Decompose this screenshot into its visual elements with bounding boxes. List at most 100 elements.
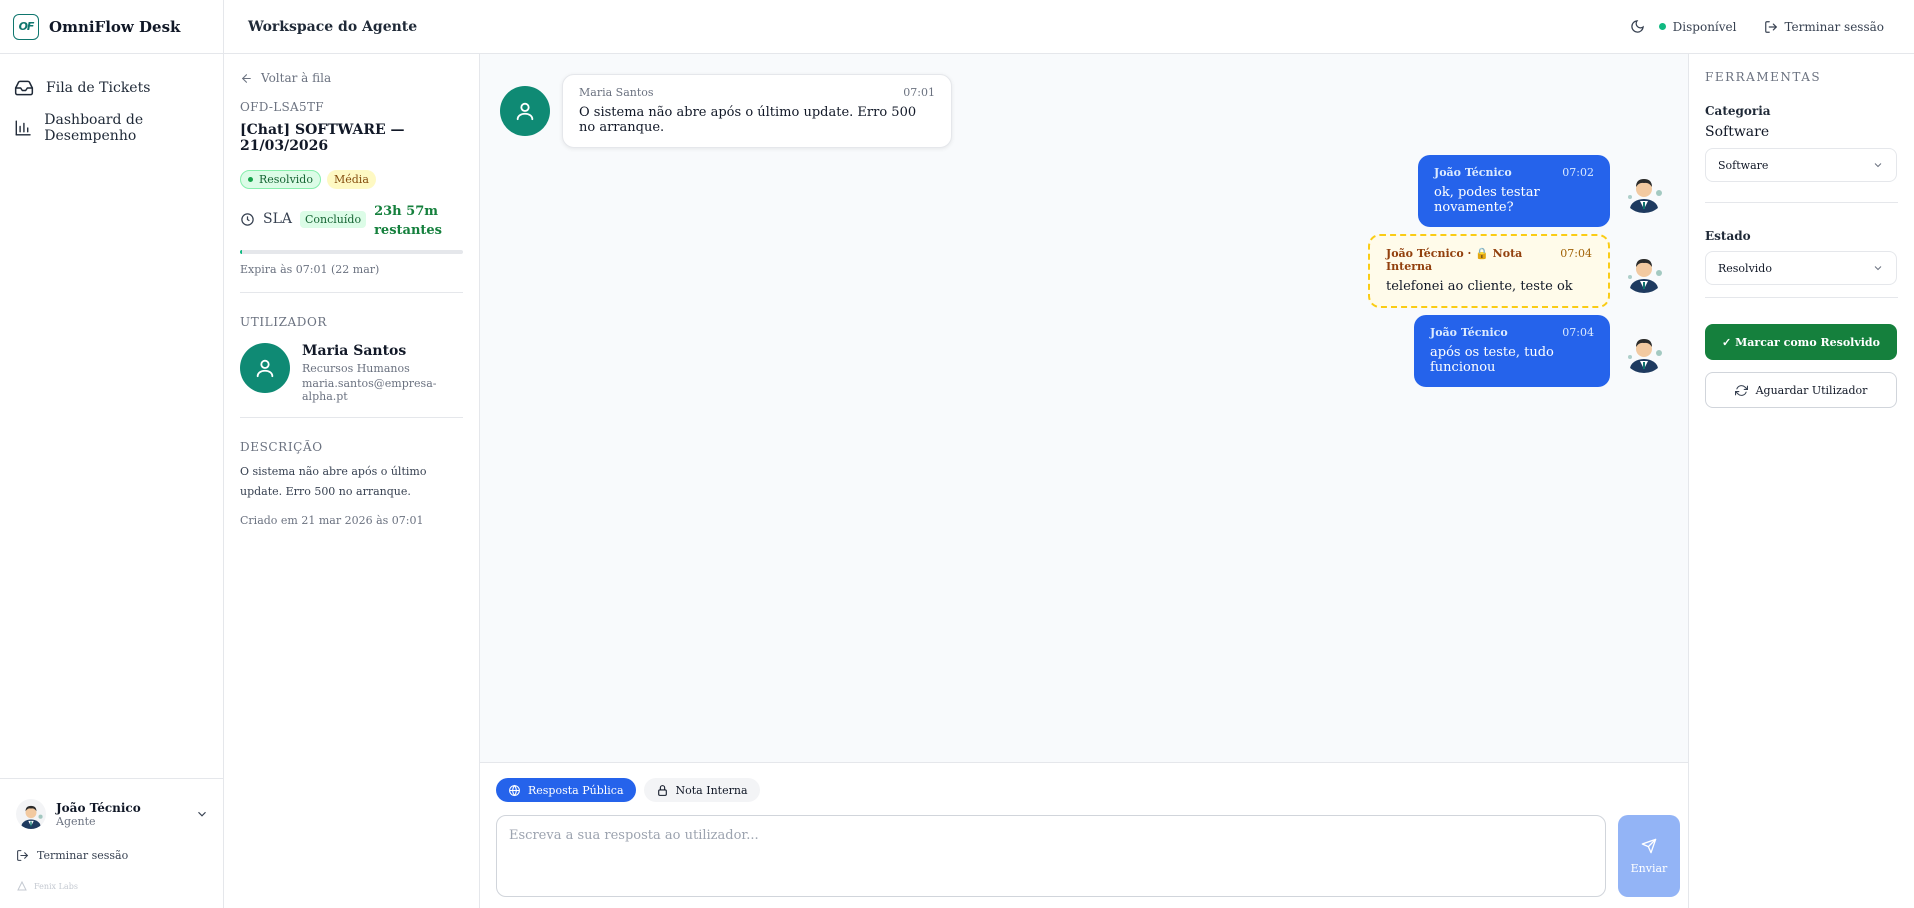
send-label: Enviar [1630,861,1668,875]
logout-label: Terminar sessão [37,849,129,862]
tab-public-reply[interactable]: Resposta Pública [496,778,636,802]
status-badge: Resolvido [240,170,321,189]
message-text: ok, podes testar novamente? [1434,185,1540,215]
message-agent: João Técnico 07:04 após os teste, tudo fu… [1414,315,1666,387]
user-icon [256,359,274,378]
chevron-down-icon [1874,266,1882,271]
powered-by: Fenix Labs [0,862,223,892]
user-icon [516,102,534,121]
tab-internal-note[interactable]: Nota Interna [643,778,760,802]
top-bar: Workspace do Agente Disponível Terminar … [224,0,1914,54]
tools-panel: Ferramentas Categoria Software Software … [1688,54,1914,908]
message-time: 07:01 [903,86,935,99]
message-bubble: João Técnico · 🔒 Nota Interna 07:04 telef… [1368,234,1610,308]
sla-progress-bar [240,250,463,254]
refresh-icon [1734,384,1748,396]
customer-avatar [500,86,550,136]
user-role: Agente [56,814,96,828]
app-logo: OF [13,13,39,40]
bar-chart-icon [15,120,31,136]
sidebar: OF OmniFlow Desk Fila de Tickets Dashboa… [0,0,224,908]
customer-department: Recursos Humanos [302,362,410,375]
logout-icon [1765,20,1778,33]
sla-remaining: 23h 57m restantes [374,204,442,238]
app-name: OmniFlow Desk [49,17,181,36]
message-author: João Técnico [1434,166,1512,179]
status-dot [1658,23,1666,30]
category-value: Software [1705,124,1770,140]
fenix-logo-icon [17,880,27,891]
await-user-label: Aguardar Utilizador [1755,383,1868,397]
state-label: Estado [1705,229,1751,243]
nav-item-label: Fila de Tickets [46,80,151,96]
chevron-down-icon[interactable] [195,807,209,821]
availability-status[interactable]: Disponível [1658,19,1737,34]
moon-icon[interactable] [1630,19,1645,34]
customer-avatar [240,343,290,393]
tab-label: Resposta Pública [528,783,624,797]
conversation: Maria Santos 07:01 O sistema não abre apó… [480,54,1688,762]
customer-email: maria.santos@empresa-alpha.pt [302,377,437,403]
arrow-left-icon [241,73,251,83]
nav-item-ticket-queue[interactable]: Fila de Tickets [0,68,223,108]
state-select[interactable]: Resolvido [1705,251,1897,285]
sla-row: SLA Concluído 23h 57m restantes [240,203,463,240]
message-author: Maria Santos [579,86,654,99]
agent-avatar [1622,329,1666,373]
message-time: 07:04 [1560,247,1592,260]
sla-expiry: Expira às 07:01 (22 mar) [240,263,380,276]
user-menu[interactable]: João Técnico Agente [0,779,223,829]
message-author: João Técnico · 🔒 Nota Interna [1386,247,1523,273]
reply-composer: Resposta Pública Nota Interna Enviar [480,762,1688,908]
priority-badge: Média [326,170,376,189]
sla-progress-fill [240,250,243,254]
message-text: após os teste, tudo funcionou [1430,345,1554,375]
status-label: Disponível [1672,19,1737,34]
ticket-details-panel: Voltar à fila OFD-LSA5TF [Chat] SOFTWARE… [224,54,480,908]
state-select-value: Resolvido [1718,261,1772,275]
ticket-description: O sistema não abre após o último update.… [240,465,427,498]
chevron-down-icon [1874,163,1882,168]
await-user-button[interactable]: Aguardar Utilizador [1705,372,1897,408]
category-select-value: Software [1718,158,1769,172]
description-section-label: Descrição [240,440,323,454]
nav-list: Fila de Tickets Dashboard de Desempenho [0,54,223,148]
ticket-id: OFD-LSA5TF [240,100,324,114]
tools-title: Ferramentas [1705,70,1822,84]
globe-icon [509,784,520,796]
reply-input[interactable] [496,815,1606,897]
customer-name: Maria Santos [302,343,407,359]
tab-label: Nota Interna [675,783,748,797]
agent-avatar [1622,249,1666,293]
top-logout-button[interactable]: Terminar sessão [1764,20,1884,34]
clock-icon [241,212,254,226]
sidebar-footer: João Técnico Agente Terminar sessão Feni… [0,778,223,908]
mark-resolved-button[interactable]: ✓ Marcar como Resolvido [1705,324,1897,360]
agent-avatar [16,799,46,829]
ticket-created: Criado em 21 mar 2026 às 07:01 [240,514,424,527]
agent-avatar [1622,169,1666,213]
category-select[interactable]: Software [1705,148,1897,182]
user-section-label: Utilizador [240,315,328,329]
message-bubble: João Técnico 07:04 após os teste, tudo fu… [1414,315,1610,387]
nav-item-dashboard[interactable]: Dashboard de Desempenho [0,108,223,148]
page-title: Workspace do Agente [248,18,418,35]
brand: OF OmniFlow Desk [0,0,223,54]
lock-icon [657,784,667,796]
back-label: Voltar à fila [261,71,332,85]
message-bubble: Maria Santos 07:01 O sistema não abre apó… [562,74,952,148]
sidebar-logout-button[interactable]: Terminar sessão [0,829,223,862]
message-author: João Técnico [1430,326,1508,339]
top-logout-label: Terminar sessão [1784,19,1884,34]
customer-card: Maria Santos Recursos Humanos maria.sant… [240,343,463,403]
message-time: 07:04 [1562,326,1594,339]
send-button[interactable]: Enviar [1618,815,1680,897]
message-bubble: João Técnico 07:02 ok, podes testar novam… [1418,155,1610,227]
user-name: João Técnico [56,800,141,815]
message-text: telefonei ao cliente, teste ok [1386,279,1573,294]
back-to-queue-link[interactable]: Voltar à fila [240,70,463,86]
ticket-title: [Chat] SOFTWARE — 21/03/2026 [240,122,405,154]
powered-by-label: Fenix Labs [34,881,78,891]
sla-status-badge: Concluído [300,211,367,228]
message-internal-note: João Técnico · 🔒 Nota Interna 07:04 telef… [1368,234,1666,308]
